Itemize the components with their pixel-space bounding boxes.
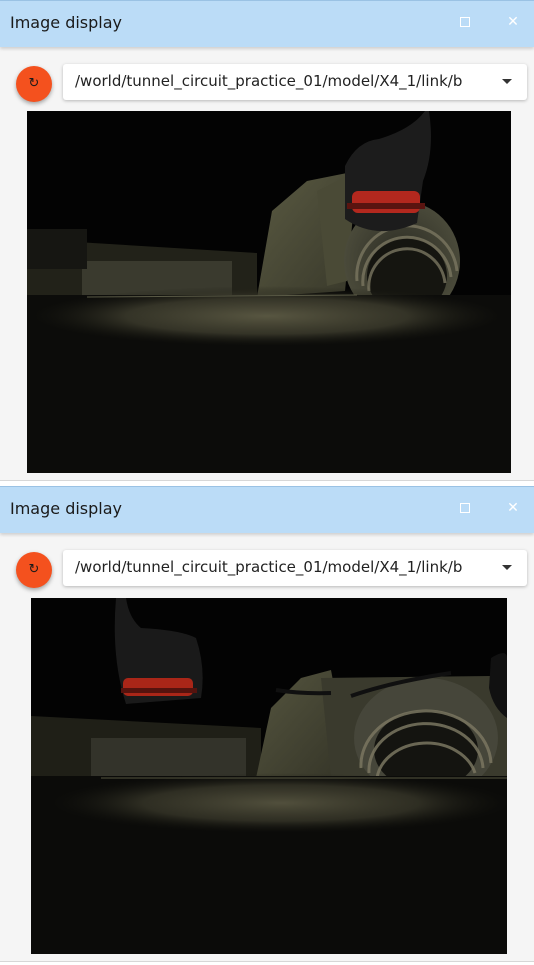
- dropdown-arrow-icon: [502, 79, 512, 84]
- topic-select[interactable]: /world/tunnel_circuit_practice_01/model/…: [63, 64, 527, 100]
- maximize-icon[interactable]: [456, 13, 474, 31]
- refresh-button[interactable]: ↻: [16, 552, 52, 588]
- close-icon[interactable]: ✕: [504, 13, 522, 31]
- panel-title: Image display: [10, 499, 123, 518]
- panel-title: Image display: [10, 13, 123, 32]
- dropdown-arrow-icon: [502, 565, 512, 570]
- refresh-icon: ↻: [28, 562, 40, 577]
- close-icon[interactable]: ✕: [504, 499, 522, 517]
- maximize-icon[interactable]: [456, 499, 474, 517]
- camera-image: [27, 111, 511, 473]
- topic-select[interactable]: /world/tunnel_circuit_practice_01/model/…: [63, 550, 527, 586]
- image-display-panel-2: Image display ✕ ↻ /world/tunnel_circuit_…: [0, 486, 534, 962]
- refresh-icon: ↻: [28, 76, 40, 91]
- panel-titlebar[interactable]: Image display ✕: [0, 1, 534, 47]
- image-display-panel-1: Image display ✕ ↻ /world/tunnel_circuit_…: [0, 0, 534, 481]
- camera-image: [31, 598, 507, 954]
- camera-image-render: [27, 111, 511, 473]
- topic-select-value: /world/tunnel_circuit_practice_01/model/…: [75, 558, 463, 576]
- panel-titlebar[interactable]: Image display ✕: [0, 487, 534, 533]
- refresh-button[interactable]: ↻: [16, 66, 52, 102]
- topic-select-value: /world/tunnel_circuit_practice_01/model/…: [75, 72, 463, 90]
- camera-image-render: [31, 598, 507, 954]
